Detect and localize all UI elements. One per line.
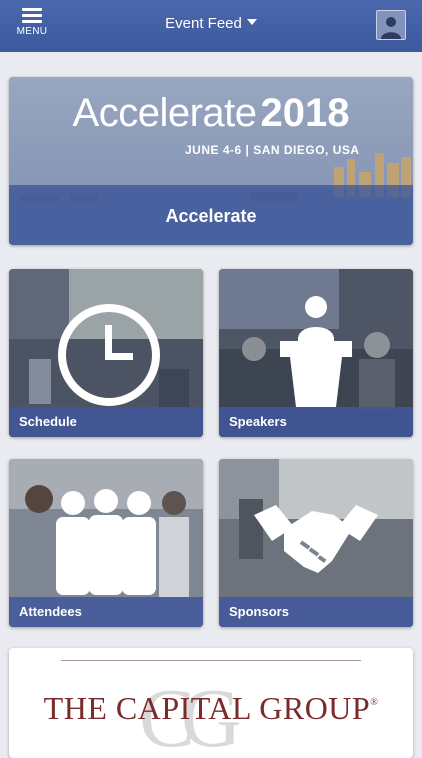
event-dates-location: JUNE 4-6 | SAN DIEGO, USA [185, 143, 360, 157]
user-silhouette-icon [377, 11, 405, 39]
event-brand: Accelerate 2018 [9, 91, 413, 136]
podium-speaker-icon [280, 296, 352, 407]
brand-year: 2018 [260, 91, 350, 135]
event-feed-dropdown[interactable]: Event Feed [0, 15, 422, 32]
sponsor-name: THE CAPITAL GROUP® [9, 690, 413, 727]
brand-word: Accelerate [72, 91, 257, 135]
tile-label: Speakers [219, 407, 413, 437]
tile-label: Sponsors [219, 597, 413, 627]
people-group-icon [56, 489, 156, 595]
top-navigation-bar: MENU Event Feed [0, 0, 422, 52]
schedule-tile[interactable]: Schedule [9, 269, 203, 437]
tile-label: Attendees [9, 597, 203, 627]
sponsor-name-text: THE CAPITAL GROUP [43, 690, 371, 726]
sponsors-tile[interactable]: Sponsors [219, 459, 413, 627]
divider [61, 660, 361, 661]
event-label: Accelerate [9, 185, 413, 245]
attendees-tile[interactable]: Attendees [9, 459, 203, 627]
handshake-icon [254, 505, 378, 573]
registered-mark: ® [370, 697, 379, 708]
accelerate-event-card[interactable]: Accelerate 2018 JUNE 4-6 | SAN DIEGO, USA… [9, 77, 413, 245]
tile-label: Schedule [9, 407, 203, 437]
page-title: Event Feed [165, 15, 242, 32]
speakers-tile[interactable]: Speakers [219, 269, 413, 437]
caret-down-icon [246, 19, 257, 25]
user-avatar-button[interactable] [376, 10, 406, 40]
clock-icon [58, 304, 160, 406]
sponsor-banner[interactable]: CG THE CAPITAL GROUP® [9, 648, 413, 758]
